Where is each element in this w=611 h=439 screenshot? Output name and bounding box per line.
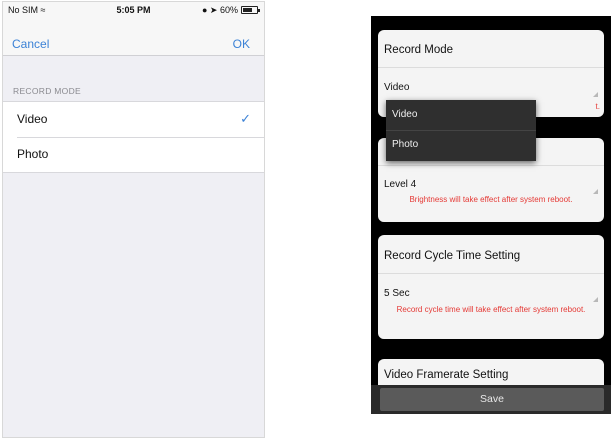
record-cycle-card: Record Cycle Time Setting 5 Sec Record c… <box>378 235 604 339</box>
list-item-label: Video <box>17 112 48 126</box>
list-item-video[interactable]: Video ✓ <box>3 102 264 137</box>
card-divider <box>378 165 604 166</box>
save-bar: Save <box>371 385 611 414</box>
brightness-warning: Brightness will take effect after system… <box>409 195 573 204</box>
dropdown-corner-icon <box>593 92 598 97</box>
record-cycle-warning: Record cycle time will take effect after… <box>396 305 586 314</box>
dropdown-option-video[interactable]: Video <box>392 109 417 120</box>
status-bar: No SIM ≈ 5:05 PM ● ➤ 60% <box>3 2 264 18</box>
record-mode-dropdown: Video Photo <box>386 100 536 161</box>
record-cycle-title: Record Cycle Time Setting <box>384 250 521 262</box>
checkmark-icon: ✓ <box>240 111 251 126</box>
brightness-select[interactable]: Level 4 <box>384 179 416 190</box>
list-item-photo[interactable]: Photo <box>3 137 264 172</box>
location-icon: ➤ <box>209 5 218 15</box>
dropdown-corner-icon <box>593 297 598 302</box>
battery-percent: 60% <box>219 5 238 15</box>
record-mode-title: Record Mode <box>384 44 454 56</box>
video-framerate-title: Video Framerate Setting <box>384 369 509 381</box>
dropdown-divider <box>386 130 536 131</box>
ios-record-mode-screen: No SIM ≈ 5:05 PM ● ➤ 60% Cancel OK RECOR… <box>2 1 265 438</box>
record-mode-warning-fragment: t. <box>595 102 600 111</box>
battery-icon <box>241 6 260 14</box>
record-cycle-select[interactable]: 5 Sec <box>384 288 410 299</box>
section-header-record-mode: RECORD MODE <box>13 86 81 96</box>
card-divider <box>378 273 604 274</box>
ok-button[interactable]: OK <box>233 37 250 51</box>
dropdown-option-photo[interactable]: Photo <box>392 139 418 150</box>
cancel-button[interactable]: Cancel <box>12 37 49 51</box>
status-right: ● ➤ 60% <box>202 5 238 16</box>
navigation-bar: Cancel OK <box>3 18 264 56</box>
screenshot-stage: No SIM ≈ 5:05 PM ● ➤ 60% Cancel OK RECOR… <box>0 0 611 439</box>
android-settings-screen: Record Mode Video t. Level 4 Brightness … <box>371 16 611 414</box>
save-button[interactable]: Save <box>380 388 604 411</box>
dropdown-corner-icon <box>593 189 598 194</box>
card-divider <box>378 67 604 68</box>
record-mode-list: Video ✓ Photo <box>3 101 264 173</box>
list-item-label: Photo <box>17 147 49 161</box>
rotation-lock-icon: ● <box>201 5 208 15</box>
record-mode-select[interactable]: Video <box>384 82 409 93</box>
